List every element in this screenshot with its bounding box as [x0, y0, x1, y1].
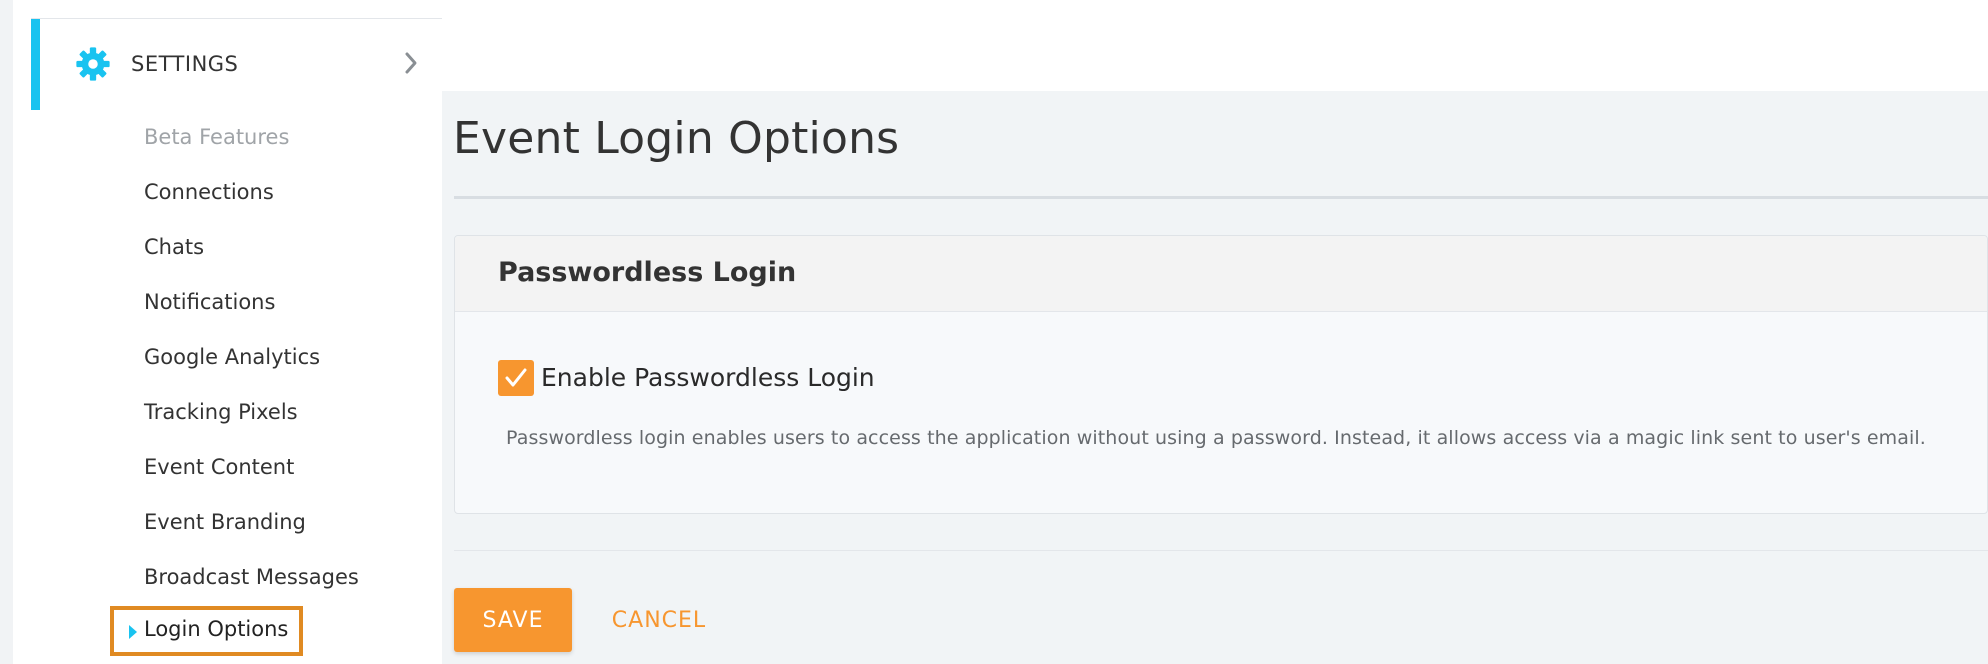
caret-right-icon [129, 625, 137, 639]
sidebar-item-label: Login Options [144, 617, 289, 641]
sidebar-item-broadcast-messages[interactable]: Broadcast Messages [144, 562, 359, 592]
chevron-right-icon[interactable] [403, 50, 419, 76]
title-divider [454, 196, 1988, 199]
main-content: Event Login Options Passwordless Login E… [442, 91, 1988, 664]
cancel-button[interactable]: CANCEL [599, 588, 719, 652]
sidebar-item-login-options[interactable]: Login Options [110, 606, 303, 656]
sidebar-item-notifications[interactable]: Notifications [144, 287, 275, 317]
sidebar-item-tracking-pixels[interactable]: Tracking Pixels [144, 397, 298, 427]
sidebar-item-google-analytics[interactable]: Google Analytics [144, 342, 320, 372]
sidebar-item-event-branding[interactable]: Event Branding [144, 507, 306, 537]
top-whitespace [442, 0, 1988, 91]
enable-passwordless-checkbox[interactable] [498, 360, 534, 396]
passwordless-login-panel: Passwordless Login Enable Passwordless L… [454, 235, 1988, 514]
sidebar-item-beta-features[interactable]: Beta Features [144, 122, 289, 152]
panel-title: Passwordless Login [498, 257, 797, 288]
page-title: Event Login Options [453, 113, 900, 164]
settings-section-label: SETTINGS [131, 52, 239, 76]
active-section-accent [31, 19, 40, 110]
save-button[interactable]: SAVE [454, 588, 572, 652]
gear-icon [76, 47, 110, 81]
left-rail [0, 0, 13, 664]
passwordless-help-text: Passwordless login enables users to acce… [506, 427, 1926, 449]
actions-divider [454, 550, 1988, 551]
sidebar-item-event-content[interactable]: Event Content [144, 452, 294, 482]
settings-sidebar: SETTINGS Beta Features Connections Chats… [13, 0, 442, 664]
sidebar-item-connections[interactable]: Connections [144, 177, 274, 207]
settings-section-header[interactable]: SETTINGS [31, 19, 442, 110]
sidebar-item-chats[interactable]: Chats [144, 232, 204, 262]
panel-header: Passwordless Login [455, 236, 1987, 312]
enable-passwordless-label[interactable]: Enable Passwordless Login [541, 360, 875, 396]
checkmark-icon [505, 368, 527, 387]
